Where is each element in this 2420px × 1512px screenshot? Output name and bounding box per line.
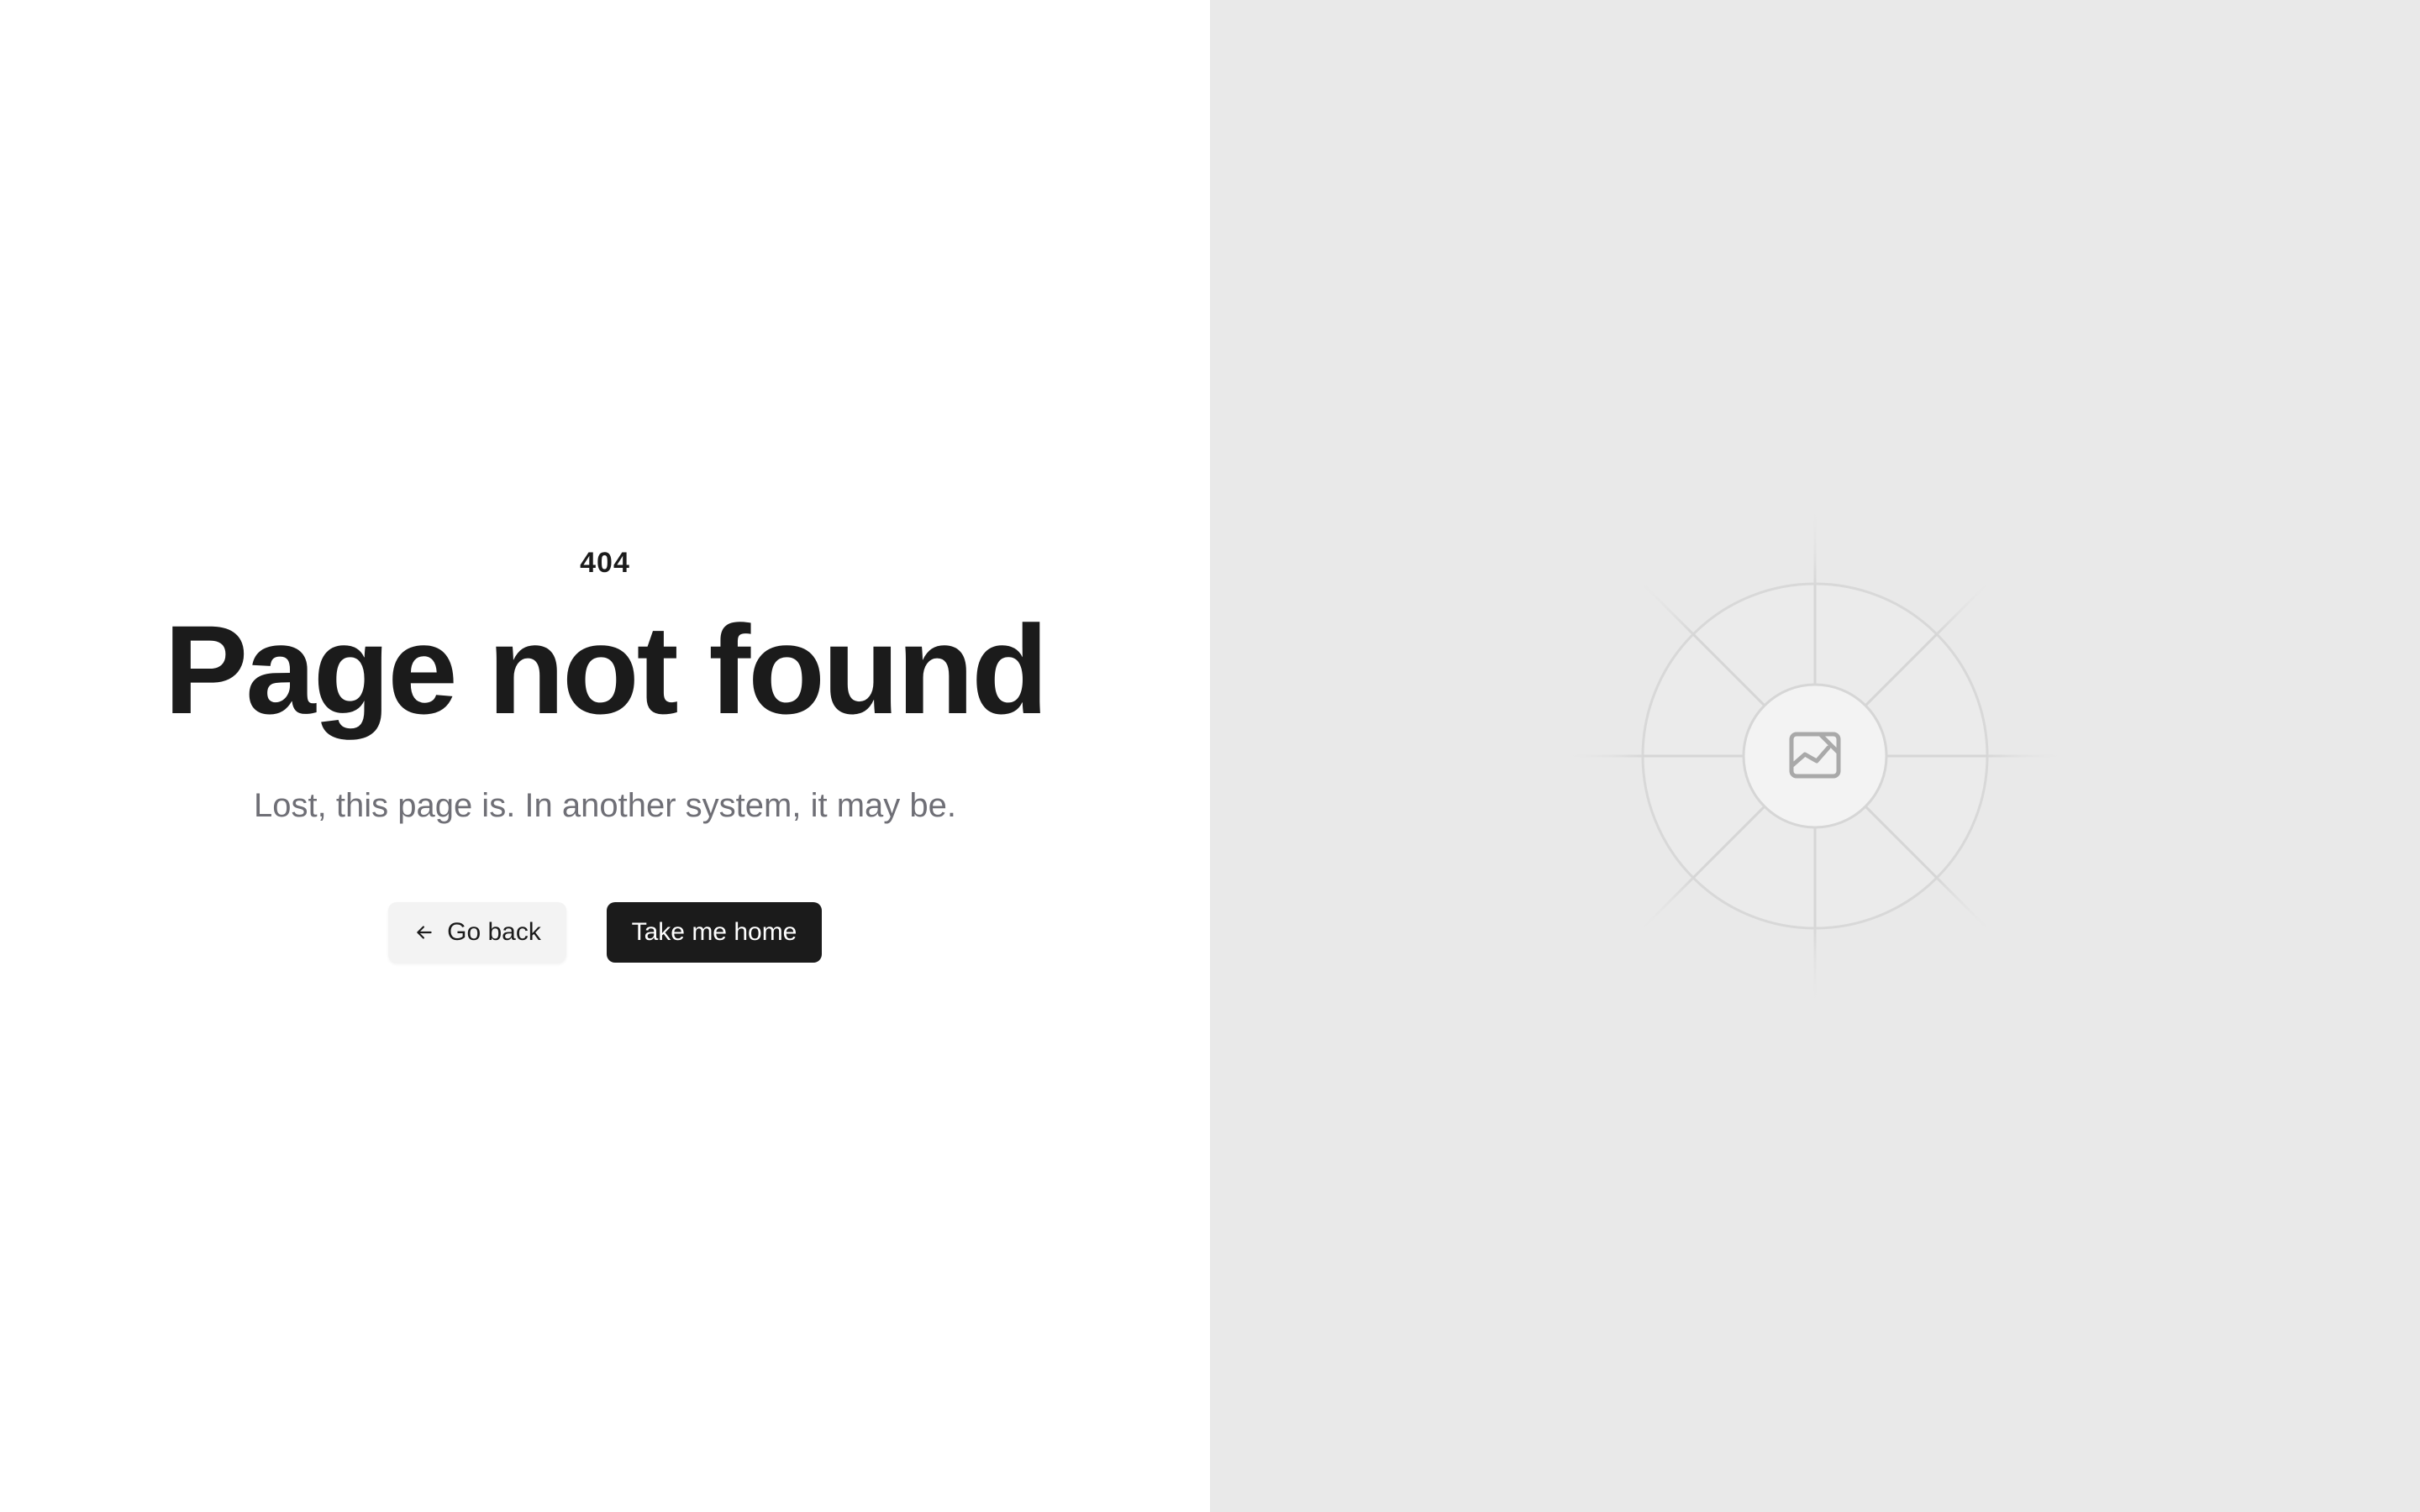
take-me-home-label: Take me home (631, 918, 797, 946)
go-back-button[interactable]: Go back (388, 902, 566, 963)
go-back-label: Go back (447, 918, 541, 946)
action-buttons: Go back Take me home (0, 902, 1210, 963)
error-code: 404 (580, 547, 630, 579)
take-me-home-button[interactable]: Take me home (607, 902, 822, 963)
error-content: 404 Page not found Lost, this page is. I… (0, 546, 1210, 963)
illustration-panel (1210, 0, 2420, 1512)
content-panel: 404 Page not found Lost, this page is. I… (0, 0, 1210, 1512)
inner-ring (1742, 683, 1888, 829)
error-message: Lost, this page is. In another system, i… (254, 787, 956, 824)
page-title: Page not found (164, 599, 1049, 740)
placeholder-illustration (1563, 504, 2067, 1008)
arrow-left-icon (413, 921, 435, 943)
not-found-page: 404 Page not found Lost, this page is. I… (0, 0, 2420, 1512)
